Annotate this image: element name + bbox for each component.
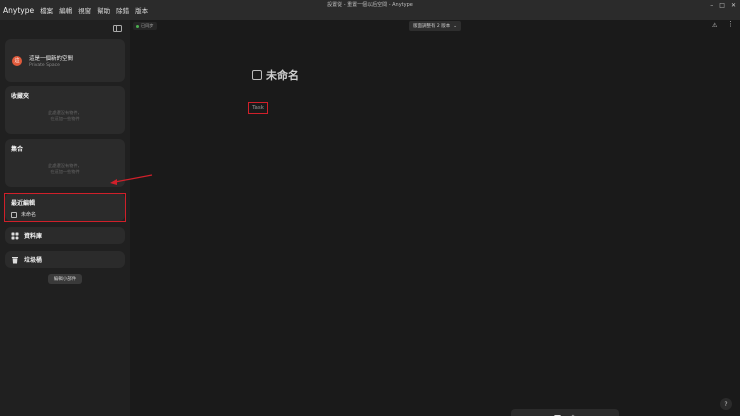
window-controls: – □ ✕ — [710, 2, 736, 9]
collections-title[interactable]: 集合 — [11, 144, 23, 153]
menubar: 設置從 - 重置一個以后空間 - Anytype Anytype 檔案 編輯 視… — [0, 0, 740, 20]
menu-app-name[interactable]: Anytype — [0, 6, 37, 15]
sidebar-toggle-icon[interactable] — [113, 25, 122, 32]
sync-status[interactable]: 已同步 — [133, 22, 157, 30]
space-avatar: 這 — [12, 55, 22, 66]
sidebar: 這 這是一個新的空間 Private Space 收藏夾 此處還沒有物件， 在這… — [0, 20, 130, 416]
chevron-down-icon: ⌄ — [453, 23, 458, 29]
task-checkbox-icon[interactable] — [252, 70, 262, 80]
maximize-icon[interactable]: □ — [719, 2, 725, 9]
sidebar-item-trash[interactable]: 垃圾桶 — [5, 251, 125, 268]
editor-area: 已同步 版面調整有 2 版本 ⌄ ⚠ ⋮ 未命名 Task ‹ › + ✼ ⌕ … — [130, 20, 740, 416]
object-type-tag[interactable]: Task — [248, 102, 268, 114]
recent-highlight-annotation — [4, 193, 126, 222]
collections-empty-line2: 在這加一些物件 — [50, 169, 80, 174]
sidebar-item-library[interactable]: 資料庫 — [5, 227, 125, 244]
close-icon[interactable]: ✕ — [731, 2, 736, 9]
trash-icon — [11, 256, 19, 264]
favorites-empty-line2: 在這加一些物件 — [50, 116, 80, 121]
menu-window[interactable]: 視窗 — [75, 5, 94, 15]
app-window: 設置從 - 重置一個以后空間 - Anytype Anytype 檔案 編輯 視… — [0, 0, 740, 416]
warning-icon[interactable]: ⚠ — [712, 22, 717, 29]
trash-label: 垃圾桶 — [24, 257, 43, 264]
page-title[interactable]: 未命名 — [252, 67, 299, 83]
version-button[interactable]: 版面調整有 2 版本 ⌄ — [409, 21, 462, 31]
help-button[interactable]: ? — [720, 398, 732, 410]
menu-version[interactable]: 版本 — [132, 5, 151, 15]
bottom-nav-bar: ‹ › + ✼ ⌕ ⊞ — [511, 409, 619, 416]
version-button-label: 版面調整有 2 版本 — [413, 24, 451, 29]
menu-help[interactable]: 幫助 — [94, 5, 113, 15]
menu-edit[interactable]: 編輯 — [56, 5, 75, 15]
space-subtitle: Private Space — [29, 62, 60, 68]
collections-widget: 集合 此處還沒有物件， 在這加一些物件 — [5, 139, 125, 187]
edit-widgets-button[interactable]: 編輯小部件 — [48, 274, 82, 284]
more-icon[interactable]: ⋮ — [727, 20, 734, 28]
menu-debug[interactable]: 除錯 — [113, 5, 132, 15]
favorites-widget: 收藏夾 此處還沒有物件， 在這加一些物件 — [5, 86, 125, 134]
sync-status-label: 已同步 — [141, 23, 154, 28]
library-icon — [11, 232, 19, 240]
page-title-text: 未命名 — [266, 69, 299, 82]
space-name: 這是一個新的空間 — [29, 55, 74, 62]
space-card[interactable]: 這 這是一個新的空間 Private Space — [5, 39, 125, 82]
menu-file[interactable]: 檔案 — [37, 5, 56, 15]
sync-dot-icon — [136, 24, 139, 28]
favorites-title[interactable]: 收藏夾 — [11, 91, 29, 100]
library-label: 資料庫 — [24, 233, 43, 240]
minimize-icon[interactable]: – — [710, 2, 713, 9]
